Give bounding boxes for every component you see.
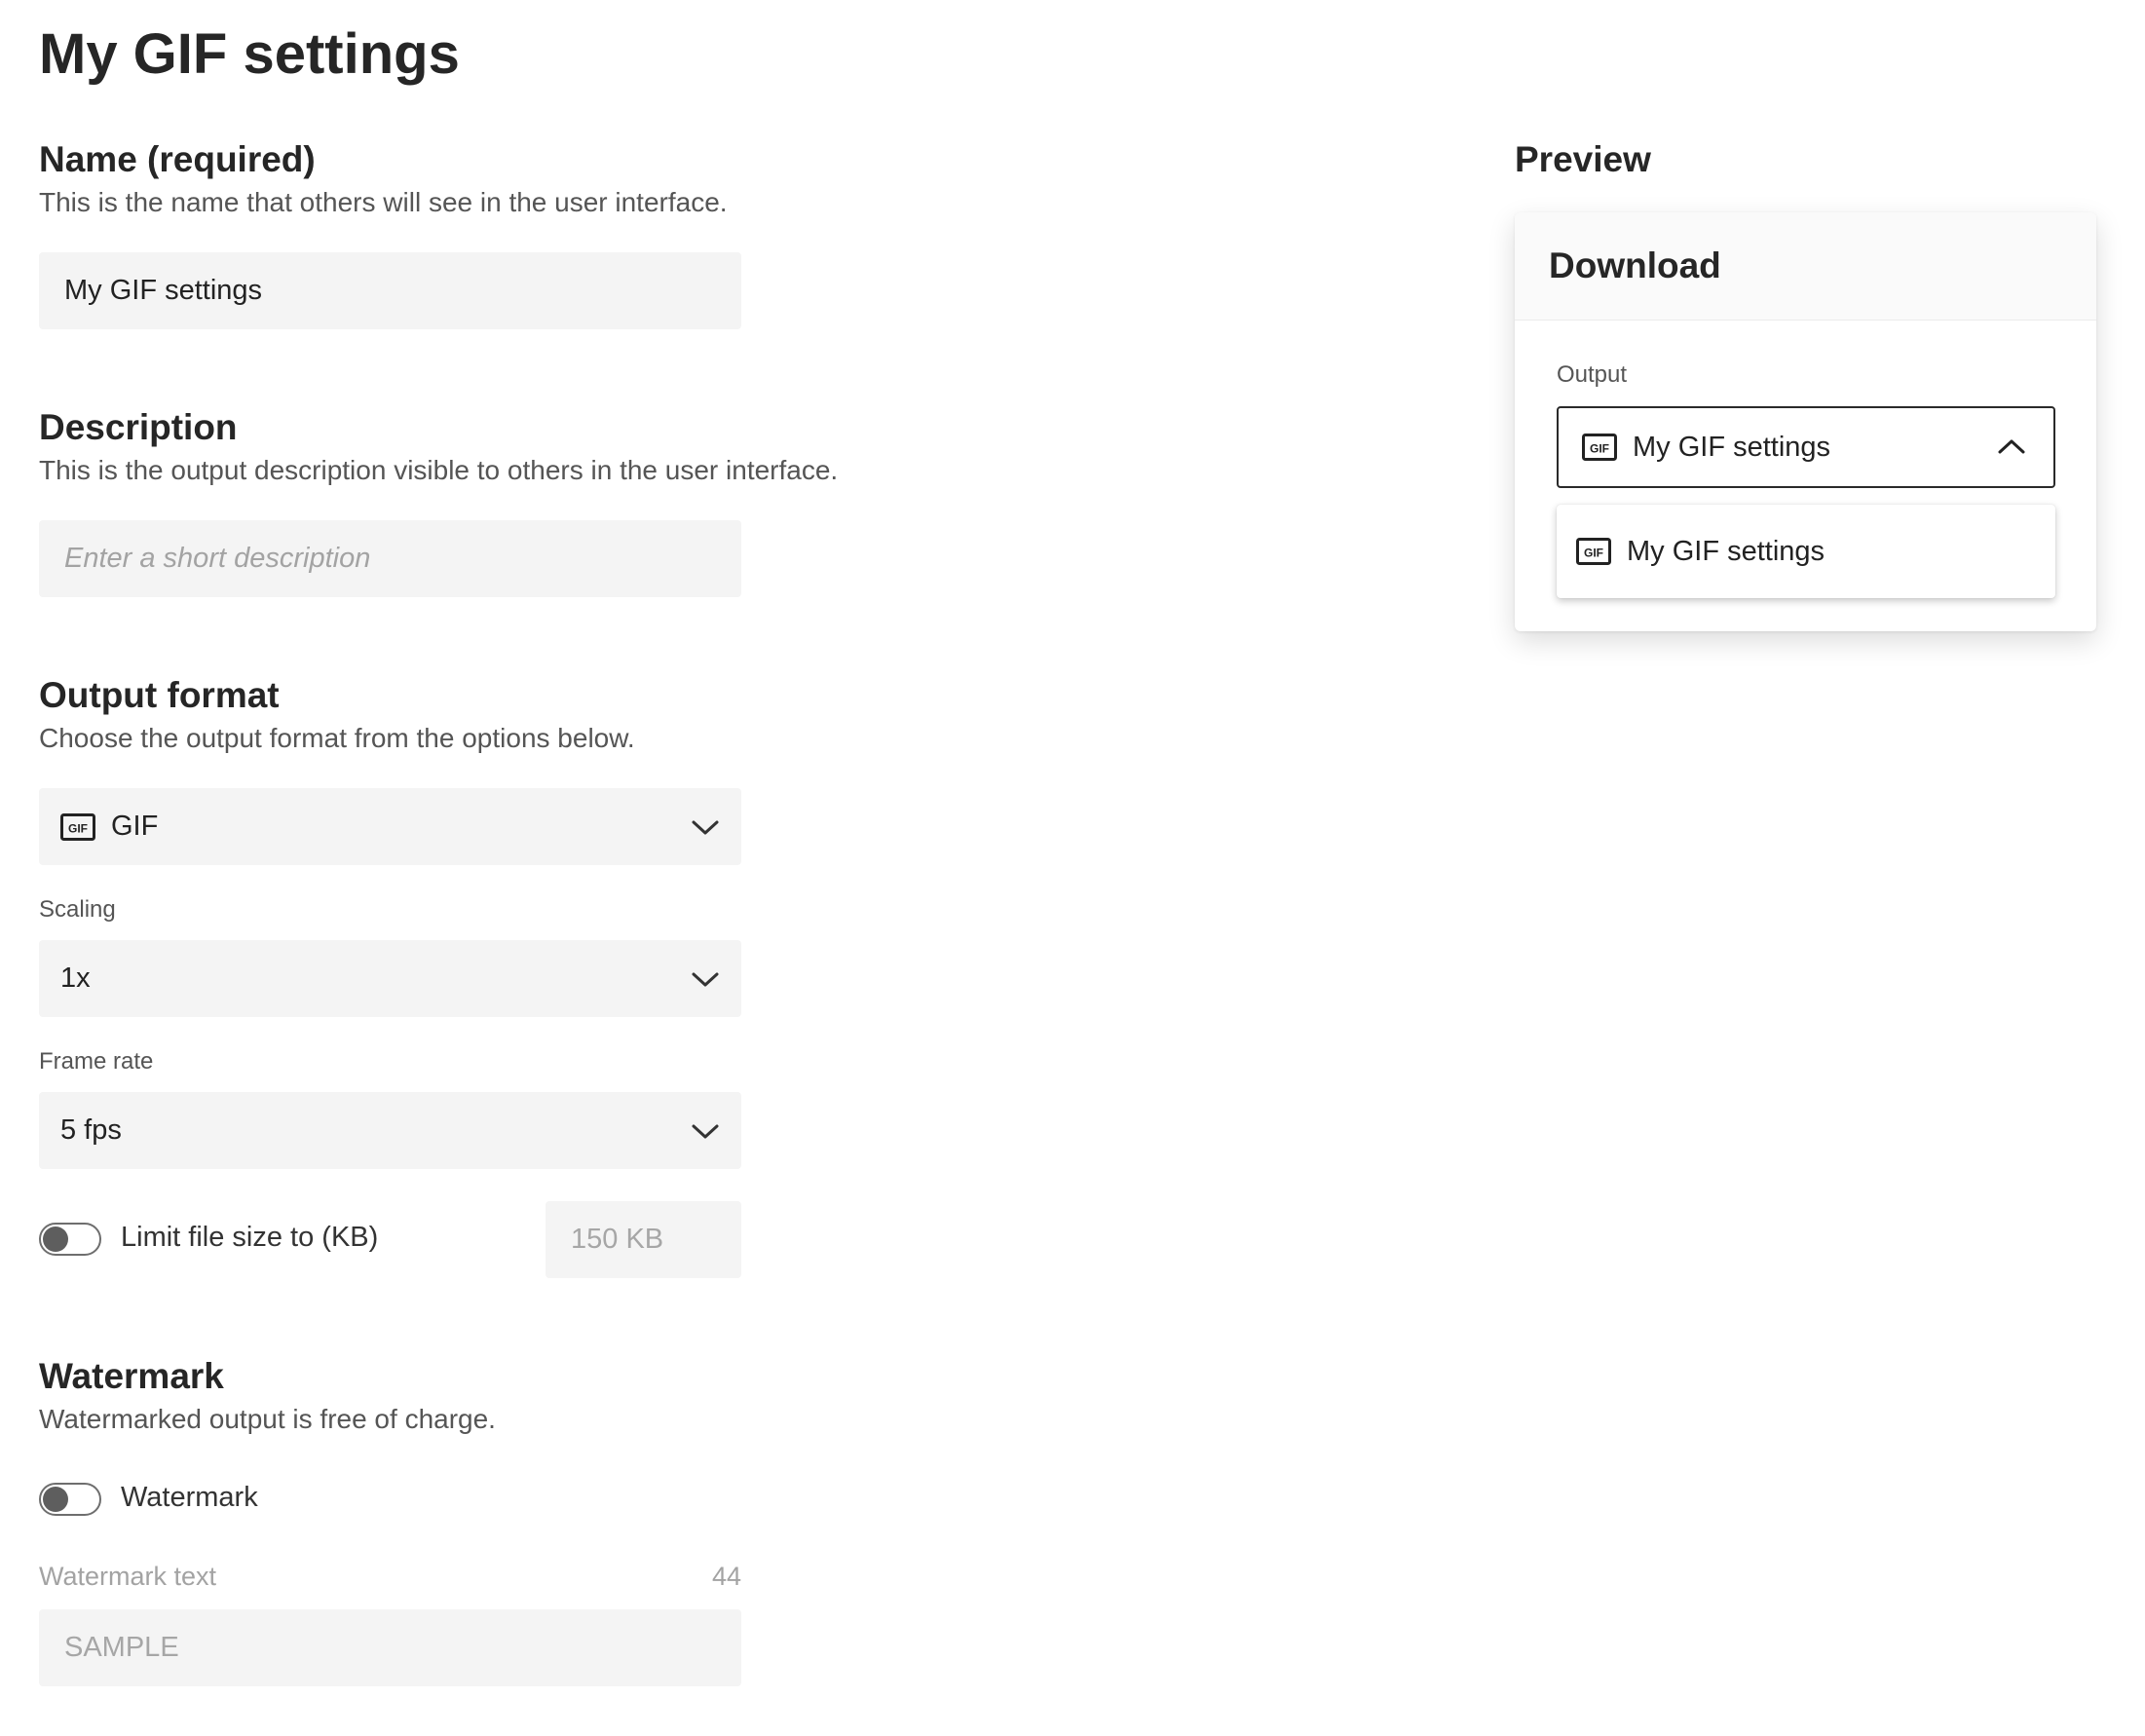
chevron-down-icon [692,972,719,986]
output-select-value: My GIF settings [1633,431,1831,463]
chevron-up-icon [1998,439,2025,454]
gif-icon: GIF [60,812,95,841]
output-format-section-description: Choose the output format from the option… [39,723,635,753]
page-title: My GIF settings [39,22,460,86]
name-section-title: Name (required) [39,139,316,179]
watermark-text-label: Watermark text [39,1562,217,1591]
name-input[interactable]: My GIF settings [39,252,741,329]
output-format-select[interactable]: GIF GIF [39,788,741,865]
limit-file-size-toggle[interactable] [39,1223,101,1256]
preview-card-title: Download [1549,245,1721,285]
svg-text:GIF: GIF [1590,442,1609,456]
frame-rate-label: Frame rate [39,1048,154,1075]
name-input-value: My GIF settings [64,275,263,306]
svg-text:GIF: GIF [68,821,88,835]
toggle-knob [43,1227,68,1252]
gif-icon: GIF [1576,538,1611,565]
description-input[interactable]: Enter a short description [39,520,741,597]
watermark-char-count: 44 [711,1562,741,1591]
scaling-label: Scaling [39,896,116,923]
description-section-title: Description [39,407,238,447]
file-size-limit-input[interactable]: 150 KB [546,1201,741,1278]
watermark-section-description: Watermarked output is free of charge. [39,1404,496,1434]
output-format-value: GIF [111,811,159,842]
preview-title: Preview [1515,139,1651,179]
output-dropdown-option-label: My GIF settings [1627,535,1825,567]
output-select[interactable]: GIF My GIF settings [1557,406,2055,488]
description-input-placeholder: Enter a short description [64,543,371,574]
svg-text:GIF: GIF [1584,547,1603,560]
gif-icon: GIF [1582,434,1617,461]
watermark-text-input[interactable]: SAMPLE [39,1609,741,1686]
chevron-down-icon [692,820,719,834]
watermark-toggle-label: Watermark [121,1482,258,1513]
output-label: Output [1557,361,1628,388]
scaling-value: 1x [60,962,91,994]
description-section-description: This is the output description visible t… [39,455,839,485]
name-section-description: This is the name that others will see in… [39,187,728,217]
preview-card: Download Output GIF My GIF settings GIF … [1515,212,2096,631]
watermark-section-title: Watermark [39,1356,224,1396]
limit-file-size-label: Limit file size to (KB) [121,1222,379,1253]
chevron-down-icon [692,1124,719,1138]
scaling-select[interactable]: 1x [39,940,741,1017]
output-format-section-title: Output format [39,675,280,715]
watermark-toggle[interactable] [39,1483,101,1516]
watermark-text-value: SAMPLE [64,1632,179,1663]
output-dropdown-option[interactable]: GIF My GIF settings [1557,505,2055,598]
file-size-limit-value: 150 KB [571,1224,664,1255]
toggle-knob [43,1487,68,1512]
frame-rate-value: 5 fps [60,1114,122,1146]
frame-rate-select[interactable]: 5 fps [39,1092,741,1169]
